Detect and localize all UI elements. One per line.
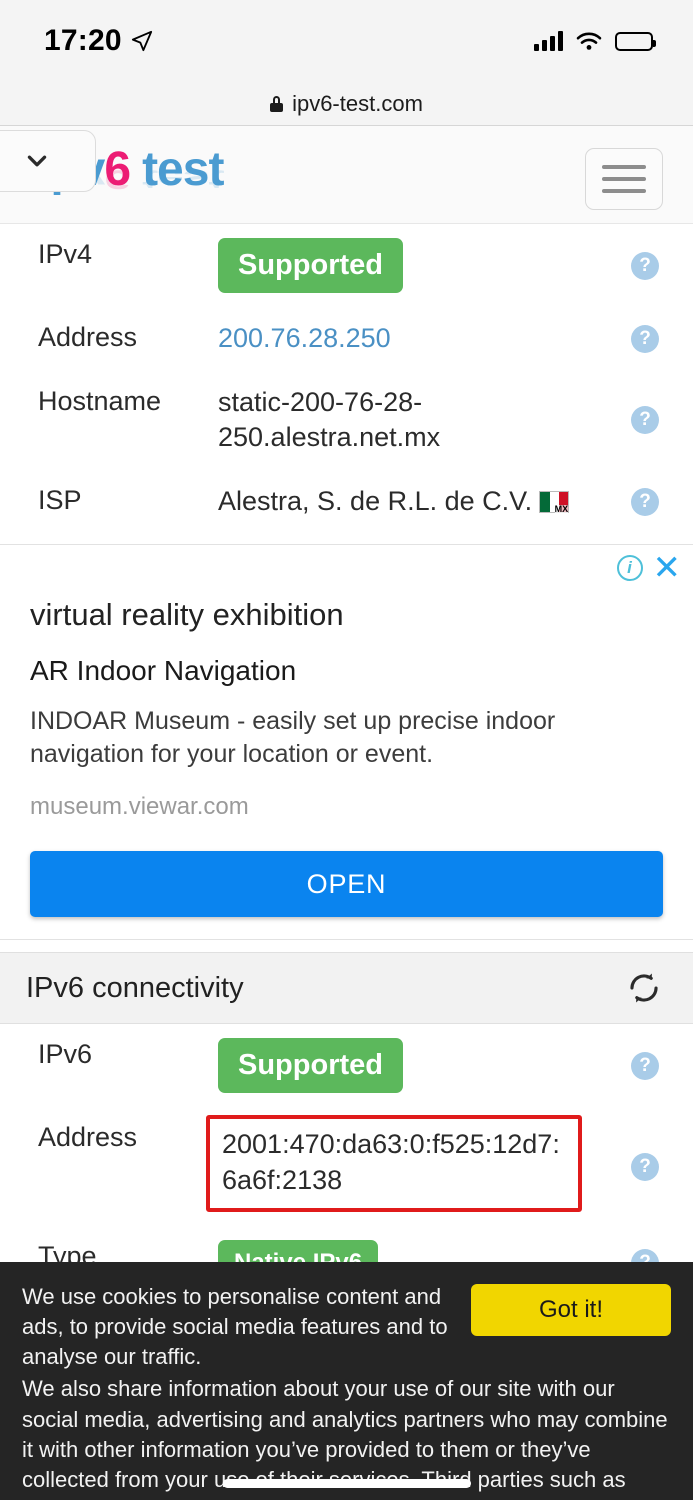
table-row: ISP Alestra, S. de R.L. de C.V. MX ? — [0, 470, 693, 534]
url-text: ipv6-test.com — [292, 90, 423, 116]
help-icon[interactable]: ? — [631, 1152, 659, 1181]
safari-collapse-button[interactable] — [0, 130, 96, 192]
chevron-down-icon — [27, 155, 47, 167]
ad-info-icon[interactable]: i — [616, 554, 643, 581]
hamburger-bar-2 — [602, 177, 646, 181]
cookie-consent-banner: We use cookies to personalise content an… — [0, 1262, 693, 1500]
help-icon[interactable]: ? — [631, 324, 659, 353]
wifi-icon — [576, 32, 602, 50]
hamburger-bar-3 — [602, 189, 646, 193]
row-label-ipv6-address: Address — [38, 1122, 138, 1152]
ipv6-address-text[interactable]: 2001:470:da63:0:f525:12d7:6a6f:2138 — [222, 1127, 568, 1198]
cookie-accept-button[interactable]: Got it! — [471, 1284, 671, 1336]
row-value-ipv6-address-wrap: 2001:470:da63:0:f525:12d7:6a6f:2138 — [206, 1115, 693, 1213]
home-indicator[interactable] — [222, 1479, 471, 1488]
row-label-hostname: Hostname — [38, 385, 162, 416]
hamburger-menu-button[interactable] — [585, 148, 663, 210]
logo-six: 6 — [104, 143, 131, 196]
advertisement-block: i ✕ virtual reality exhibition AR Indoor… — [0, 543, 693, 940]
refresh-icon[interactable] — [627, 971, 661, 1005]
help-icon[interactable]: ? — [631, 1051, 659, 1080]
status-bar-left: 17:20 — [44, 24, 153, 58]
site-header: ipv6test ipv6test — [0, 126, 693, 224]
table-row: Hostname static-200-76-28-250.alestra.ne… — [0, 371, 693, 470]
ios-status-bar: 17:20 — [0, 0, 693, 82]
table-row: IPv4 Supported ? — [0, 224, 693, 307]
ad-open-button[interactable]: OPEN — [30, 851, 663, 917]
cookie-paragraph-1: We use cookies to personalise content an… — [22, 1284, 448, 1370]
cookie-top-row: We use cookies to personalise content an… — [22, 1282, 671, 1372]
row-label-isp: ISP — [38, 484, 82, 515]
ad-display-url: museum.viewar.com — [30, 793, 249, 820]
status-badge: Supported — [218, 1038, 403, 1093]
table-row: Address 200.76.28.250 ? — [0, 307, 693, 371]
ad-close-icon[interactable]: ✕ — [653, 551, 682, 585]
table-row: Address 2001:470:da63:0:f525:12d7:6a6f:2… — [0, 1107, 693, 1226]
row-value-isp: Alestra, S. de R.L. de C.V. MX — [218, 484, 693, 520]
location-arrow-icon — [131, 30, 152, 52]
logo-test: test — [142, 143, 224, 196]
mobile-screen: 17:20 ipv6-test.com ipv6test ipv6test — [0, 0, 693, 1500]
help-icon[interactable]: ? — [631, 487, 659, 516]
isp-name: Alestra, S. de R.L. de C.V. — [218, 485, 533, 516]
battery-icon — [615, 31, 656, 51]
status-bar-clock: 17:20 — [44, 24, 122, 57]
hamburger-menu-icon — [602, 165, 646, 169]
ipv6-section-header: IPv6 connectivity — [0, 952, 693, 1024]
status-bar-right — [534, 31, 656, 51]
row-value-ipv4: Supported — [218, 238, 693, 293]
mexico-flag-icon: MX — [539, 490, 570, 514]
help-icon[interactable]: ? — [631, 406, 659, 435]
row-value-ipv6: Supported — [218, 1038, 693, 1093]
section-title: IPv6 connectivity — [26, 971, 244, 1004]
row-label-ipv4: IPv4 — [38, 239, 93, 269]
row-value-hostname: static-200-76-28-250.alestra.net.mx — [218, 386, 441, 453]
help-icon[interactable]: ? — [631, 251, 659, 280]
ad-subheadline[interactable]: AR Indoor Navigation — [30, 655, 663, 687]
row-value-ipv4-address[interactable]: 200.76.28.250 — [218, 321, 693, 357]
status-badge: Supported — [218, 238, 403, 293]
ad-description: INDOAR Museum - easily set up precise in… — [30, 706, 556, 768]
ipv4-panel: IPv4 Supported ? Address 200.76.28.250 ?… — [0, 224, 693, 534]
row-label-ipv6: IPv6 — [38, 1039, 93, 1069]
cellular-signal-icon — [534, 31, 563, 51]
ad-controls: i ✕ — [616, 551, 682, 585]
highlight-annotation-box: 2001:470:da63:0:f525:12d7:6a6f:2138 — [206, 1115, 582, 1213]
lock-icon — [270, 95, 284, 112]
table-row: IPv6 Supported ? — [0, 1024, 693, 1107]
row-label-address: Address — [38, 322, 138, 352]
browser-url-bar[interactable]: ipv6-test.com — [0, 82, 693, 126]
ad-headline[interactable]: virtual reality exhibition — [30, 597, 663, 633]
